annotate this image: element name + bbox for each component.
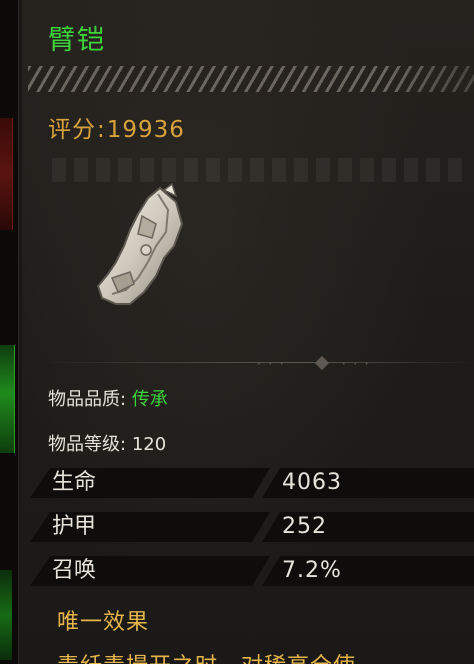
item-quality: 物品品质: 传承: [48, 385, 168, 411]
stat-value: 4063: [282, 470, 342, 495]
item-tooltip-window: 臂铠 评分:19936 • • • • • • 物品品质: 传承 物品等级: 1…: [0, 0, 474, 664]
armguard-icon: [72, 180, 187, 315]
stat-name: 生命: [52, 470, 97, 495]
stat-name: 护甲: [52, 514, 97, 539]
equipment-slot-red[interactable]: [0, 118, 13, 230]
item-name: 臂铠: [48, 25, 106, 56]
stat-value: 252: [282, 514, 327, 539]
unique-effect-title: 唯一效果: [57, 610, 150, 635]
unique-effect-text: 毒纤毒撮开之时，对稀高全使: [57, 648, 356, 664]
item-level: 物品等级: 120: [48, 430, 166, 456]
section-divider: • • • • • •: [42, 355, 474, 371]
item-tooltip-panel: 臂铠 评分:19936 • • • • • • 物品品质: 传承 物品等级: 1…: [22, 0, 474, 664]
stat-row-life: 生命 4063: [30, 466, 474, 500]
score-value: 19936: [106, 117, 185, 143]
stat-name: 召唤: [52, 558, 97, 583]
left-inventory-edge: [0, 0, 19, 664]
score-label: 评分: [48, 117, 96, 143]
equipment-slot-green[interactable]: [0, 345, 15, 453]
divider-ornament: [314, 355, 330, 371]
stat-row-summon: 召唤 7.2%: [30, 554, 474, 588]
stat-row-armor: 护甲 252: [30, 510, 474, 544]
score-separator: :: [97, 117, 106, 143]
stat-value: 7.2%: [282, 558, 342, 583]
item-score: 评分:19936: [48, 110, 185, 144]
quality-label: 物品品质:: [48, 389, 127, 410]
header-hatch-divider: [28, 66, 474, 92]
level-label: 物品等级:: [48, 434, 127, 455]
quality-value: 传承: [131, 389, 168, 410]
equipment-slot-green-lower[interactable]: [0, 570, 12, 660]
level-value: 120: [131, 434, 167, 455]
faded-background-text: [52, 158, 462, 182]
